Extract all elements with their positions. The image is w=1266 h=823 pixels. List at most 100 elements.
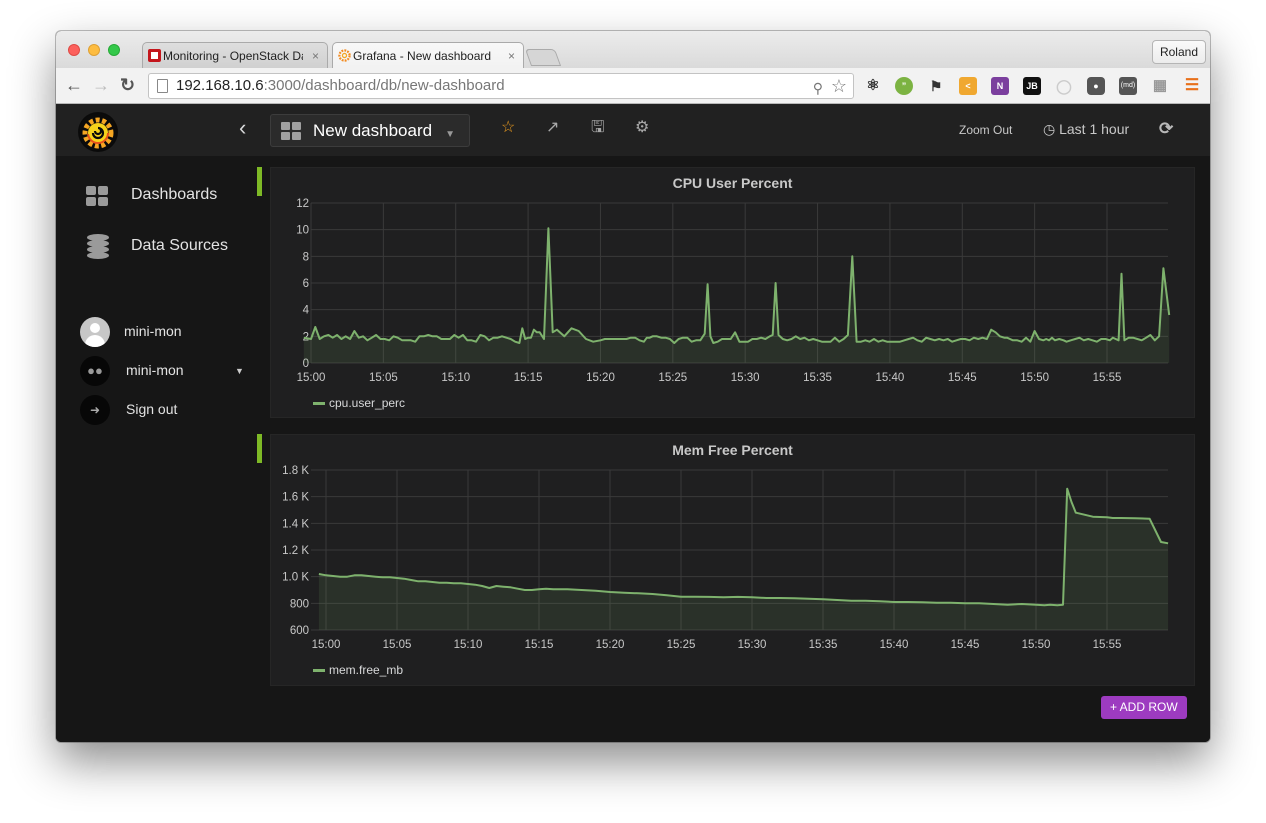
series-area xyxy=(318,488,1169,630)
x-tick-label: 15:30 xyxy=(738,639,767,651)
top-navbar: ‹ New dashboard ▼ ☆ ↗ 🖫 ⚙ Zoom Out ◷ Las… xyxy=(56,104,1210,156)
x-tick-label: 15:45 xyxy=(948,372,977,384)
dashboard-picker[interactable]: New dashboard ▼ xyxy=(270,114,470,147)
x-tick-label: 15:50 xyxy=(1020,372,1049,384)
profile-button[interactable]: Roland xyxy=(1151,40,1206,64)
x-tick-label: 15:00 xyxy=(297,372,326,384)
caret-down-icon: ▼ xyxy=(235,366,244,376)
dashboards-icon xyxy=(86,186,110,206)
x-tick-label: 15:55 xyxy=(1093,372,1122,384)
y-tick-label: 6 xyxy=(303,278,309,290)
x-tick-label: 15:25 xyxy=(667,639,696,651)
cpu-chart[interactable]: 02468101215:00 15:05 15:10 15:15 15:20 15:25 1… xyxy=(271,168,1196,419)
sidebar-item-label: Dashboards xyxy=(131,186,218,203)
dashboard-title: New dashboard xyxy=(313,121,433,140)
key-icon[interactable]: ⚲ xyxy=(813,76,823,100)
x-tick-label: 15:25 xyxy=(658,372,687,384)
grafana-app: ‹ New dashboard ▼ ☆ ↗ 🖫 ⚙ Zoom Out ◷ Las… xyxy=(56,104,1210,742)
memory-chart[interactable]: 600 800 1.0 K 1.2 K 1.4 K 1.6 K 1.8 K 15:00 15:0… xyxy=(271,435,1196,687)
time-range-picker[interactable]: ◷ Last 1 hour xyxy=(1043,121,1129,138)
browser-tab-grafana[interactable]: Grafana - New dashboard × xyxy=(332,42,524,68)
star-icon[interactable]: ☆ xyxy=(501,119,515,137)
legend-label: cpu.user_perc xyxy=(329,396,406,410)
row-collapse-handle[interactable] xyxy=(257,434,262,463)
add-row-button[interactable]: + ADD ROW xyxy=(1101,696,1187,719)
database-icon xyxy=(87,234,109,260)
legend-item[interactable]: cpu.user_perc xyxy=(313,396,405,410)
sign-out-icon: ➜ xyxy=(80,395,110,425)
menu-icon[interactable]: ☰ xyxy=(1183,77,1201,95)
y-tick-label: 1.0 K xyxy=(282,572,309,584)
lamp-icon[interactable]: ⚛ xyxy=(864,77,882,95)
legend-item[interactable]: mem.free_mb xyxy=(313,663,403,677)
x-tick-label: 15:55 xyxy=(1093,639,1122,651)
sign-out-label: Sign out xyxy=(126,401,178,417)
reload-icon[interactable]: ↻ xyxy=(120,75,135,95)
new-tab-button[interactable] xyxy=(524,49,562,66)
address-bar[interactable]: 192.168.10.6:3000/dashboard/db/new-dashb… xyxy=(148,73,854,99)
back-arrow-icon[interactable]: ← xyxy=(65,75,83,95)
users-group-icon: ●● xyxy=(80,356,110,386)
markdown-icon[interactable]: (md) xyxy=(1119,77,1137,95)
tab-close-icon[interactable]: × xyxy=(508,43,515,68)
bookmark-star-icon[interactable]: ☆ xyxy=(831,74,847,98)
y-tick-label: 1.4 K xyxy=(282,518,309,530)
y-tick-label: 12 xyxy=(296,198,309,210)
openstack-icon xyxy=(148,49,161,62)
browser-window: Monitoring - OpenStack Da × Grafana - Ne… xyxy=(56,31,1210,742)
share-icon[interactable]: ↗ xyxy=(546,119,559,137)
browser-tab-monitoring[interactable]: Monitoring - OpenStack Da × xyxy=(142,42,328,68)
forward-arrow-icon[interactable]: → xyxy=(92,75,110,95)
x-tick-label: 15:05 xyxy=(383,639,412,651)
side-menu: Dashboards Data Sources mini-mon ●● mini… xyxy=(56,156,256,742)
hangouts-icon[interactable]: ” xyxy=(895,77,913,95)
y-tick-label: 600 xyxy=(290,625,309,637)
x-tick-label: 15:20 xyxy=(596,639,625,651)
x-tick-label: 15:40 xyxy=(876,372,905,384)
save-icon[interactable]: 🖫 xyxy=(591,119,605,137)
x-tick-label: 15:30 xyxy=(731,372,760,384)
panel-cpu-user-percent: CPU User Percent 0 2 4 6 8 10 12 15:00 15:05 15:1… xyxy=(270,167,1195,418)
page-icon xyxy=(157,79,168,93)
grafana-logo[interactable] xyxy=(78,112,118,152)
y-tick-label: 8 xyxy=(303,251,309,263)
shield-icon[interactable]: ◯ xyxy=(1055,77,1073,95)
pocket-icon[interactable]: ● xyxy=(1087,77,1105,95)
user-name: mini-mon xyxy=(124,323,182,339)
x-tick-label: 15:15 xyxy=(514,372,543,384)
share-icon[interactable]: < xyxy=(959,77,977,95)
grid-icon[interactable]: ▦ xyxy=(1151,77,1169,95)
onenote-icon[interactable]: N xyxy=(991,77,1009,95)
caret-down-icon: ▼ xyxy=(445,129,455,140)
legend-swatch xyxy=(313,402,325,406)
evernote-icon[interactable]: ⚑ xyxy=(927,77,945,95)
grafana-icon xyxy=(338,49,351,62)
refresh-icon[interactable]: ⟳ xyxy=(1159,119,1173,139)
zoom-out-button[interactable]: Zoom Out xyxy=(959,123,1012,137)
series-line xyxy=(303,227,1171,344)
avatar xyxy=(80,317,110,347)
x-tick-label: 15:40 xyxy=(880,639,909,651)
org-name: mini-mon xyxy=(126,362,184,378)
x-tick-label: 15:50 xyxy=(1022,639,1051,651)
time-range-label: Last 1 hour xyxy=(1059,121,1130,137)
chevron-left-icon[interactable]: ‹ xyxy=(239,117,246,139)
window-close-button[interactable] xyxy=(68,44,80,56)
window-minimize-button[interactable] xyxy=(88,44,100,56)
window-maximize-button[interactable] xyxy=(108,44,120,56)
clock-icon: ◷ xyxy=(1043,121,1060,137)
browser-titlebar: Monitoring - OpenStack Da × Grafana - Ne… xyxy=(56,31,1210,68)
gear-icon[interactable]: ⚙ xyxy=(635,119,649,137)
x-tick-label: 15:10 xyxy=(454,639,483,651)
sidebar-item-label: Data Sources xyxy=(131,237,228,254)
y-tick-label: 1.2 K xyxy=(282,545,309,557)
legend-swatch xyxy=(313,669,325,673)
x-tick-label: 15:35 xyxy=(803,372,832,384)
jetbrains-icon[interactable]: JB xyxy=(1023,77,1041,95)
url-host: 192.168.10.6 xyxy=(176,77,264,94)
x-tick-label: 15:15 xyxy=(525,639,554,651)
dashboards-grid-icon xyxy=(281,122,301,140)
row-collapse-handle[interactable] xyxy=(257,167,262,196)
tab-close-icon[interactable]: × xyxy=(312,43,319,68)
series-area xyxy=(303,228,1170,363)
